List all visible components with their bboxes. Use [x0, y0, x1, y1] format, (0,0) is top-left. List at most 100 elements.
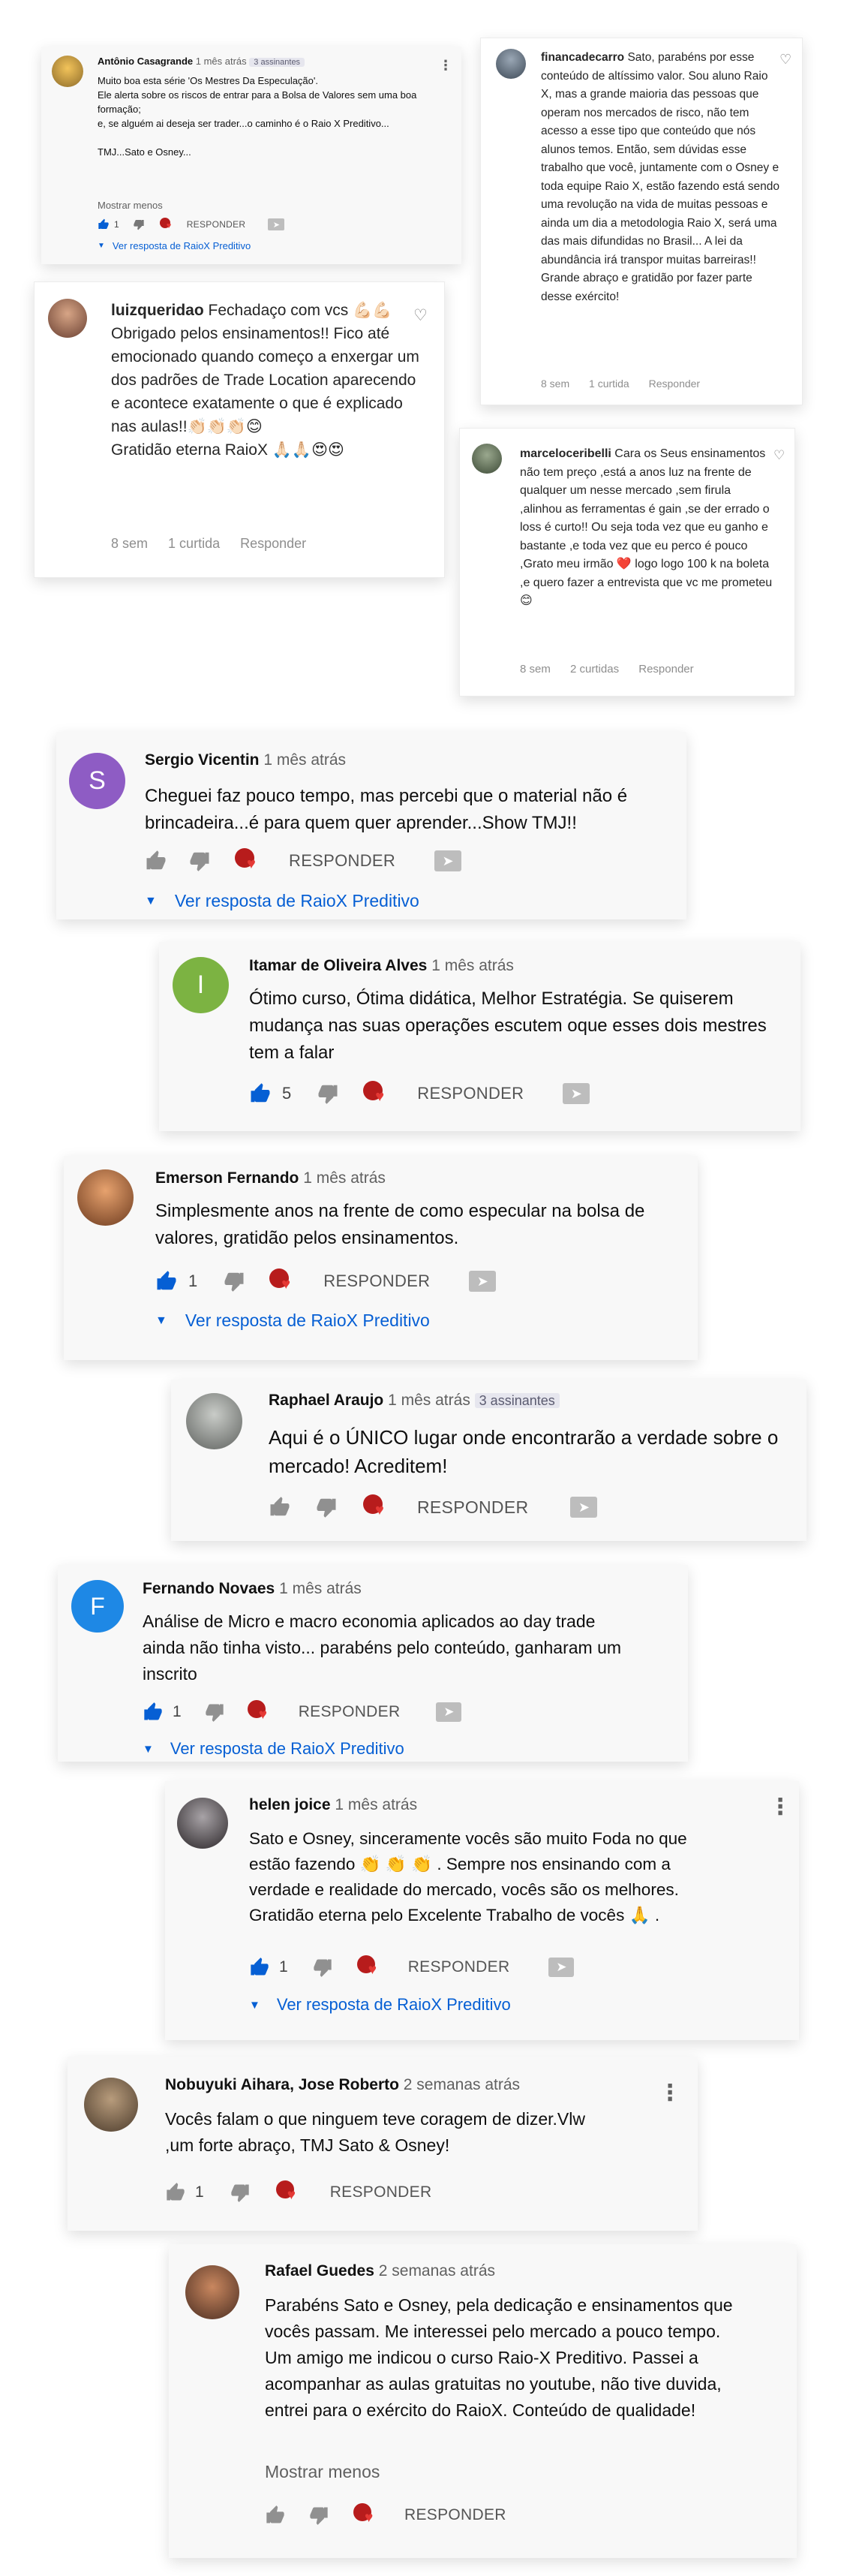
dislike-icon[interactable]	[188, 850, 211, 872]
instagram-comment-card: marceloceribelli Cara os Seus ensinament…	[459, 428, 795, 697]
avatar[interactable]: S	[69, 753, 125, 809]
instagram-likes[interactable]: 1 curtida	[168, 536, 220, 551]
like-icon[interactable]	[143, 1702, 164, 1723]
instagram-username[interactable]: marceloceribelli	[520, 447, 611, 460]
author-name[interactable]: Itamar de Oliveira Alves	[249, 957, 427, 974]
like-icon[interactable]	[145, 850, 167, 872]
comment-text: Análise de Micro e macro economia aplica…	[143, 1612, 622, 1684]
author-name[interactable]: Antônio Casagrande	[98, 56, 193, 67]
view-replies-label: Ver resposta de RaioX Preditivo	[112, 240, 251, 251]
comment-header: Raphael Araujo 1 mês atrás 3 assinantes	[269, 1392, 560, 1410]
dislike-icon[interactable]	[133, 218, 145, 230]
like-count: 1	[114, 219, 119, 230]
reply-button[interactable]: RESPONDER	[404, 2506, 506, 2524]
dislike-icon[interactable]	[223, 1270, 245, 1293]
timestamp[interactable]: 1 mês atrás	[196, 56, 247, 67]
author-name[interactable]: Sergio Vicentin	[145, 751, 260, 769]
reply-button[interactable]: RESPONDER	[330, 2183, 432, 2201]
reply-button[interactable]: RESPONDER	[417, 1497, 528, 1518]
timestamp[interactable]: 1 mês atrás	[335, 1796, 417, 1813]
dislike-icon[interactable]	[204, 1702, 225, 1723]
send-icon[interactable]: ➤	[548, 1958, 575, 1977]
timestamp[interactable]: 1 mês atrás	[279, 1580, 362, 1597]
comment-actions: 5 ♥ RESPONDER ➤	[249, 1081, 590, 1106]
avatar[interactable]	[52, 56, 83, 87]
send-icon[interactable]: ➤	[268, 218, 285, 230]
timestamp[interactable]: 2 semanas atrás	[379, 2262, 495, 2280]
avatar[interactable]	[177, 1798, 228, 1849]
comment-text: Ótimo curso, Ótima didática, Melhor Estr…	[249, 989, 767, 1063]
timestamp[interactable]: 1 mês atrás	[263, 751, 346, 769]
dislike-icon[interactable]	[317, 1082, 339, 1105]
instagram-reply[interactable]: Responder	[240, 536, 306, 551]
avatar[interactable]	[48, 299, 87, 338]
instagram-likes[interactable]: 1 curtida	[589, 378, 629, 390]
send-icon[interactable]: ➤	[436, 1702, 462, 1722]
more-options-icon[interactable]: ⋮	[769, 1796, 791, 1819]
like-count: 5	[282, 1084, 292, 1103]
show-less-link[interactable]: Mostrar menos	[265, 2462, 380, 2482]
reply-button[interactable]: RESPONDER	[289, 851, 395, 871]
author-name[interactable]: Rafael Guedes	[265, 2262, 374, 2280]
more-options-icon[interactable]: ⋮	[659, 2082, 681, 2105]
send-icon[interactable]: ➤	[434, 850, 462, 871]
author-name[interactable]: Nobuyuki Aihara, Jose Roberto	[165, 2076, 399, 2093]
more-options-icon[interactable]: ⋮	[439, 59, 452, 72]
timestamp[interactable]: 1 mês atrás	[431, 957, 514, 974]
like-count: 1	[279, 1958, 288, 1976]
instagram-username[interactable]: luizqueridao	[111, 302, 204, 319]
reply-button[interactable]: RESPONDER	[299, 1703, 401, 1721]
view-replies-link[interactable]: ▼ Ver resposta de RaioX Preditivo	[145, 891, 419, 911]
reply-button[interactable]: RESPONDER	[417, 1084, 524, 1103]
avatar[interactable]: F	[71, 1580, 124, 1633]
timestamp[interactable]: 1 mês atrás	[303, 1169, 386, 1187]
dislike-icon[interactable]	[312, 1957, 333, 1978]
author-name[interactable]: Raphael Araujo	[269, 1392, 383, 1409]
like-icon[interactable]	[265, 2505, 286, 2526]
reply-button[interactable]: RESPONDER	[323, 1271, 430, 1291]
avatar[interactable]	[186, 1393, 242, 1449]
send-icon[interactable]: ➤	[570, 1497, 598, 1518]
avatar[interactable]	[472, 444, 502, 474]
avatar[interactable]	[496, 49, 526, 79]
instagram-username[interactable]: financadecarro	[541, 51, 624, 64]
timestamp[interactable]: 2 semanas atrás	[404, 2076, 520, 2093]
like-icon[interactable]	[269, 1496, 291, 1518]
show-less-link[interactable]: Mostrar menos	[98, 200, 163, 211]
like-heart-icon[interactable]: ♡	[779, 52, 791, 68]
view-replies-link[interactable]: ▼ Ver resposta de RaioX Preditivo	[155, 1311, 430, 1331]
send-icon[interactable]: ➤	[563, 1083, 590, 1104]
dislike-icon[interactable]	[315, 1496, 338, 1518]
like-icon[interactable]	[249, 1957, 270, 1978]
reply-button[interactable]: RESPONDER	[187, 219, 246, 230]
author-name[interactable]: Fernando Novaes	[143, 1580, 275, 1597]
instagram-reply[interactable]: Responder	[638, 663, 693, 676]
send-icon[interactable]: ➤	[469, 1271, 497, 1292]
avatar[interactable]: I	[173, 957, 229, 1013]
comment-card: S Sergio Vicentin 1 mês atrás Cheguei fa…	[56, 732, 686, 919]
author-name[interactable]: Emerson Fernando	[155, 1169, 299, 1187]
view-replies-link[interactable]: ▼ Ver resposta de RaioX Preditivo	[143, 1739, 404, 1759]
timestamp[interactable]: 1 mês atrás	[388, 1392, 470, 1409]
avatar[interactable]	[185, 2265, 239, 2319]
avatar[interactable]	[84, 2078, 138, 2132]
view-replies-link[interactable]: ▼ Ver resposta de RaioX Preditivo	[249, 1995, 511, 2015]
like-icon[interactable]	[98, 218, 110, 230]
instagram-comment-body: financadecarro Sato, parabéns por esse c…	[541, 49, 781, 306]
like-icon[interactable]	[165, 2182, 186, 2203]
instagram-time: 8 sem	[541, 378, 570, 390]
comment-header: helen joice 1 mês atrás	[249, 1796, 417, 1814]
reply-button[interactable]: RESPONDER	[408, 1958, 510, 1976]
dislike-icon[interactable]	[230, 2182, 251, 2203]
like-icon[interactable]	[155, 1270, 178, 1293]
dislike-icon[interactable]	[308, 2505, 329, 2526]
instagram-likes[interactable]: 2 curtidas	[570, 663, 619, 676]
avatar[interactable]	[77, 1169, 134, 1226]
like-heart-icon[interactable]: ♡	[773, 448, 785, 463]
author-name[interactable]: helen joice	[249, 1796, 331, 1813]
like-heart-icon[interactable]: ♡	[413, 306, 428, 325]
view-replies-link[interactable]: ▼ Ver resposta de RaioX Preditivo	[98, 240, 251, 251]
instagram-reply[interactable]: Responder	[649, 378, 701, 390]
like-icon[interactable]	[249, 1082, 272, 1105]
comment-header: Itamar de Oliveira Alves 1 mês atrás	[249, 957, 514, 975]
